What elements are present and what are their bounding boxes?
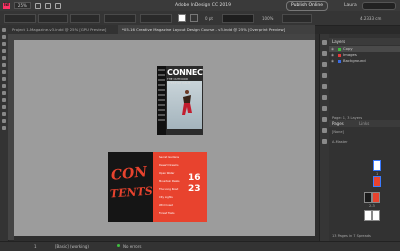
- contents-big-number-2: 23: [188, 184, 201, 194]
- layer-name: Background: [343, 58, 366, 63]
- page-thumbnail-5[interactable]: [372, 210, 380, 221]
- direct-selection-tool-icon[interactable]: [2, 35, 6, 39]
- layer-color-swatch: [338, 53, 341, 57]
- search-input[interactable]: [362, 2, 396, 10]
- tab-pages[interactable]: Pages: [332, 121, 344, 126]
- page-thumbnail-1b[interactable]: [373, 176, 381, 187]
- right-panel: Layers ◉ Copy ◉ Images ◉ Background Page…: [329, 34, 400, 241]
- reference-point-field[interactable]: [4, 14, 36, 23]
- view-options-icon[interactable]: [34, 2, 41, 9]
- screen-mode-icon[interactable]: [44, 2, 51, 9]
- contents-item: Desert Dreams: [159, 164, 179, 167]
- fill-swatch[interactable]: [178, 14, 186, 22]
- contents-item: City Lights: [159, 196, 173, 199]
- graffiti-text-1: CON: [110, 164, 148, 184]
- zoom-tool-icon[interactable]: [2, 126, 6, 130]
- x-position-field[interactable]: [38, 14, 68, 23]
- pencil-tool-icon[interactable]: [2, 63, 6, 67]
- gradient-tool-icon[interactable]: [2, 98, 6, 102]
- swatches-panel-icon[interactable]: [322, 73, 327, 78]
- contents-item: Secret Gardens: [159, 156, 179, 159]
- effects-field[interactable]: [282, 14, 312, 23]
- contents-left-page: CON TENTS: [108, 152, 153, 222]
- preflight-status[interactable]: No errors: [123, 244, 141, 249]
- contents-item: Forest Trails: [159, 212, 175, 215]
- tab-links[interactable]: Links: [359, 121, 369, 126]
- links-panel-icon[interactable]: [322, 51, 327, 56]
- cover-photo: [167, 81, 202, 129]
- tab-project-1[interactable]: Project 1-Magazine-v3.indd @ 25% [GPU Pr…: [8, 25, 118, 34]
- y-position-field[interactable]: [70, 14, 100, 23]
- scissors-tool-icon[interactable]: [2, 84, 6, 88]
- layer-color-swatch: [338, 59, 341, 63]
- note-tool-icon[interactable]: [2, 105, 6, 109]
- page-thumbnail-4[interactable]: [364, 210, 372, 221]
- pages-panel-header: Pages Links: [329, 120, 400, 127]
- control-bar: 0 pt 100% 4.2333 cm: [0, 11, 400, 26]
- stroke-type-field[interactable]: [222, 14, 254, 23]
- app-logo: Id: [3, 2, 10, 9]
- cover-subtitle: THE OUTDOOR LIFESTYLE ISSUE: [167, 77, 191, 85]
- preflight-status-icon: [117, 244, 120, 247]
- a-master[interactable]: A-Master: [332, 140, 348, 144]
- scale-field[interactable]: 100%: [262, 16, 273, 21]
- rotation-field[interactable]: [104, 14, 136, 23]
- spread-label: 2-3: [369, 204, 375, 208]
- layers-panel-icon[interactable]: [322, 40, 327, 45]
- stroke-weight[interactable]: 0 pt: [205, 16, 213, 21]
- document-tabs: Project 1-Magazine-v3.indd @ 25% [GPU Pr…: [8, 25, 315, 34]
- paragraph-styles-panel-icon[interactable]: [322, 106, 327, 111]
- layer-color-swatch: [338, 47, 341, 51]
- shear-field[interactable]: [140, 14, 172, 23]
- eye-icon[interactable]: ◉: [331, 58, 334, 64]
- page-thumbnail-2[interactable]: [364, 192, 372, 203]
- layer-name: Copy: [343, 46, 353, 51]
- cover-side-strip: [157, 66, 166, 135]
- contents-item: Wild Coast: [159, 204, 173, 207]
- cyclist-figure: [182, 90, 192, 115]
- page-thumbnail-1[interactable]: [373, 160, 381, 171]
- user-menu[interactable]: Laura: [344, 3, 357, 8]
- type-tool-icon[interactable]: [2, 49, 6, 53]
- app-title: Adobe InDesign CC 2019: [175, 3, 231, 8]
- zoom-dropdown[interactable]: 25%: [13, 2, 31, 9]
- pages-footer: 13 Pages in 7 Spreads: [332, 234, 371, 238]
- selection-tool-icon[interactable]: [2, 28, 6, 32]
- character-styles-panel-icon[interactable]: [322, 117, 327, 122]
- page-thumbnail-3[interactable]: [372, 192, 380, 203]
- cover-page[interactable]: CONNECT THE OUTDOOR LIFESTYLE ISSUE: [157, 66, 203, 135]
- pen-tool-icon[interactable]: [2, 56, 6, 60]
- align-panel-icon[interactable]: [322, 139, 327, 144]
- working-mode[interactable]: [Basic] (working): [55, 244, 89, 249]
- color-panel-icon[interactable]: [322, 84, 327, 89]
- stroke-swatch[interactable]: [190, 14, 198, 22]
- stroke-panel-icon[interactable]: [322, 62, 327, 67]
- page-number-field[interactable]: 1: [34, 244, 37, 249]
- contents-item: Mountain Peaks: [159, 180, 180, 183]
- effects-panel-icon[interactable]: [322, 95, 327, 100]
- graffiti-text-2: TENTS: [109, 184, 153, 201]
- contents-big-number-1: 16: [188, 173, 201, 183]
- width-field[interactable]: 4.2333 cm: [360, 16, 381, 21]
- eyedropper-tool-icon[interactable]: [2, 112, 6, 116]
- contents-right-page: Secret Gardens Desert Dreams Open Water …: [153, 152, 207, 222]
- layers-panel-title[interactable]: Layers: [329, 38, 400, 45]
- text-wrap-panel-icon[interactable]: [322, 128, 327, 133]
- hand-tool-icon[interactable]: [2, 119, 6, 123]
- contents-item: Open Water: [159, 172, 175, 175]
- layer-row-background[interactable]: ◉ Background: [329, 58, 400, 64]
- cover-title: CONNECT: [167, 68, 203, 77]
- contents-item: The Long Road: [159, 188, 179, 191]
- layer-name: Images: [343, 52, 357, 57]
- rectangle-frame-tool-icon[interactable]: [2, 70, 6, 74]
- free-transform-tool-icon[interactable]: [2, 91, 6, 95]
- page-tool-icon[interactable]: [2, 42, 6, 46]
- rectangle-tool-icon[interactable]: [2, 77, 6, 81]
- none-master[interactable]: [None]: [332, 130, 344, 134]
- arrange-icon[interactable]: [54, 2, 61, 9]
- tab-course-layout[interactable]: *05-16 Creative Magazine Layout Design C…: [118, 25, 315, 34]
- publish-online-button[interactable]: Publish Online: [286, 1, 328, 11]
- contents-spread[interactable]: CON TENTS Secret Gardens Desert Dreams O…: [108, 152, 207, 222]
